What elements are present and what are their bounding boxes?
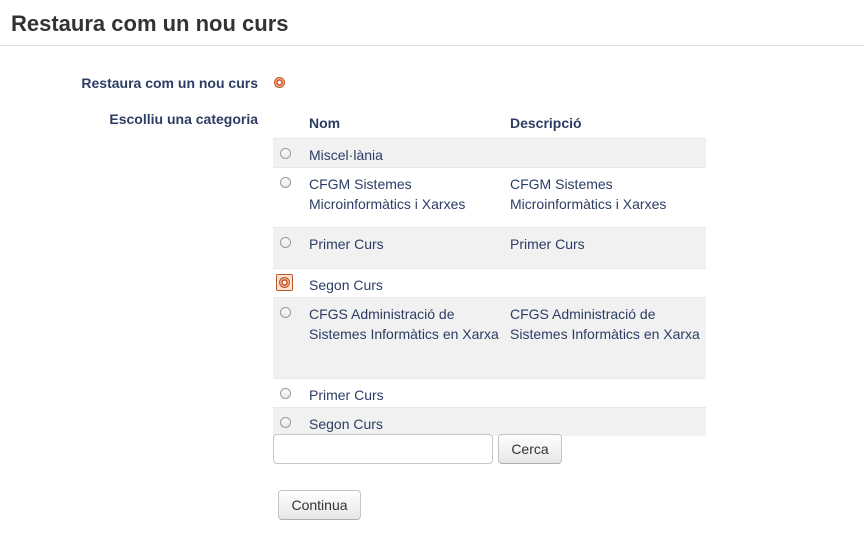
category-description: Primer Curs [510, 236, 585, 252]
category-radio[interactable] [280, 237, 291, 248]
category-name: CFGM Sistemes Microinformàtics i Xarxes [309, 176, 466, 212]
category-name: Miscel·lània [309, 147, 383, 163]
category-name: CFGS Administració de Sistemes Informàti… [309, 306, 499, 342]
category-radio[interactable] [280, 417, 291, 428]
category-row[interactable]: Primer Curs [273, 378, 706, 407]
category-description: CFGS Administració de Sistemes Informàti… [510, 306, 700, 342]
category-radio[interactable] [279, 277, 290, 288]
category-table-header: Nom Descripció [273, 108, 706, 138]
category-radio[interactable] [280, 388, 291, 399]
category-search-input[interactable] [273, 434, 493, 464]
column-header-name: Nom [309, 115, 341, 131]
category-radio[interactable] [280, 177, 291, 188]
page-title: Restaura com un nou curs [11, 11, 289, 36]
restore-new-course-label: Restaura com un nou curs [81, 75, 258, 91]
category-row[interactable]: Primer Curs Primer Curs [273, 227, 706, 268]
restore-page: Restaura com un nou curs Restaura com un… [0, 0, 864, 535]
category-name: Primer Curs [309, 387, 384, 403]
category-name: Primer Curs [309, 236, 384, 252]
continue-button[interactable]: Continua [278, 490, 361, 520]
category-row[interactable]: Segon Curs [273, 407, 706, 436]
category-row[interactable]: CFGM Sistemes Microinformàtics i Xarxes … [273, 167, 706, 227]
category-name: Segon Curs [309, 277, 383, 293]
category-radio-focus-ring[interactable] [276, 274, 293, 291]
category-name: Segon Curs [309, 416, 383, 432]
category-description: CFGM Sistemes Microinformàtics i Xarxes [510, 176, 667, 212]
search-button[interactable]: Cerca [498, 434, 562, 464]
category-row[interactable]: Miscel·lània [273, 138, 706, 167]
category-radio[interactable] [280, 307, 291, 318]
category-row[interactable]: Segon Curs [273, 268, 706, 297]
category-row[interactable]: CFGS Administració de Sistemes Informàti… [273, 297, 706, 378]
title-divider [0, 45, 864, 46]
category-table: Nom Descripció Miscel·lània CFGM Sisteme… [273, 108, 706, 436]
column-header-description: Descripció [510, 115, 582, 131]
category-radio[interactable] [280, 148, 291, 159]
restore-new-course-radio[interactable] [274, 77, 285, 88]
choose-category-label: Escolliu una categoria [109, 111, 258, 127]
